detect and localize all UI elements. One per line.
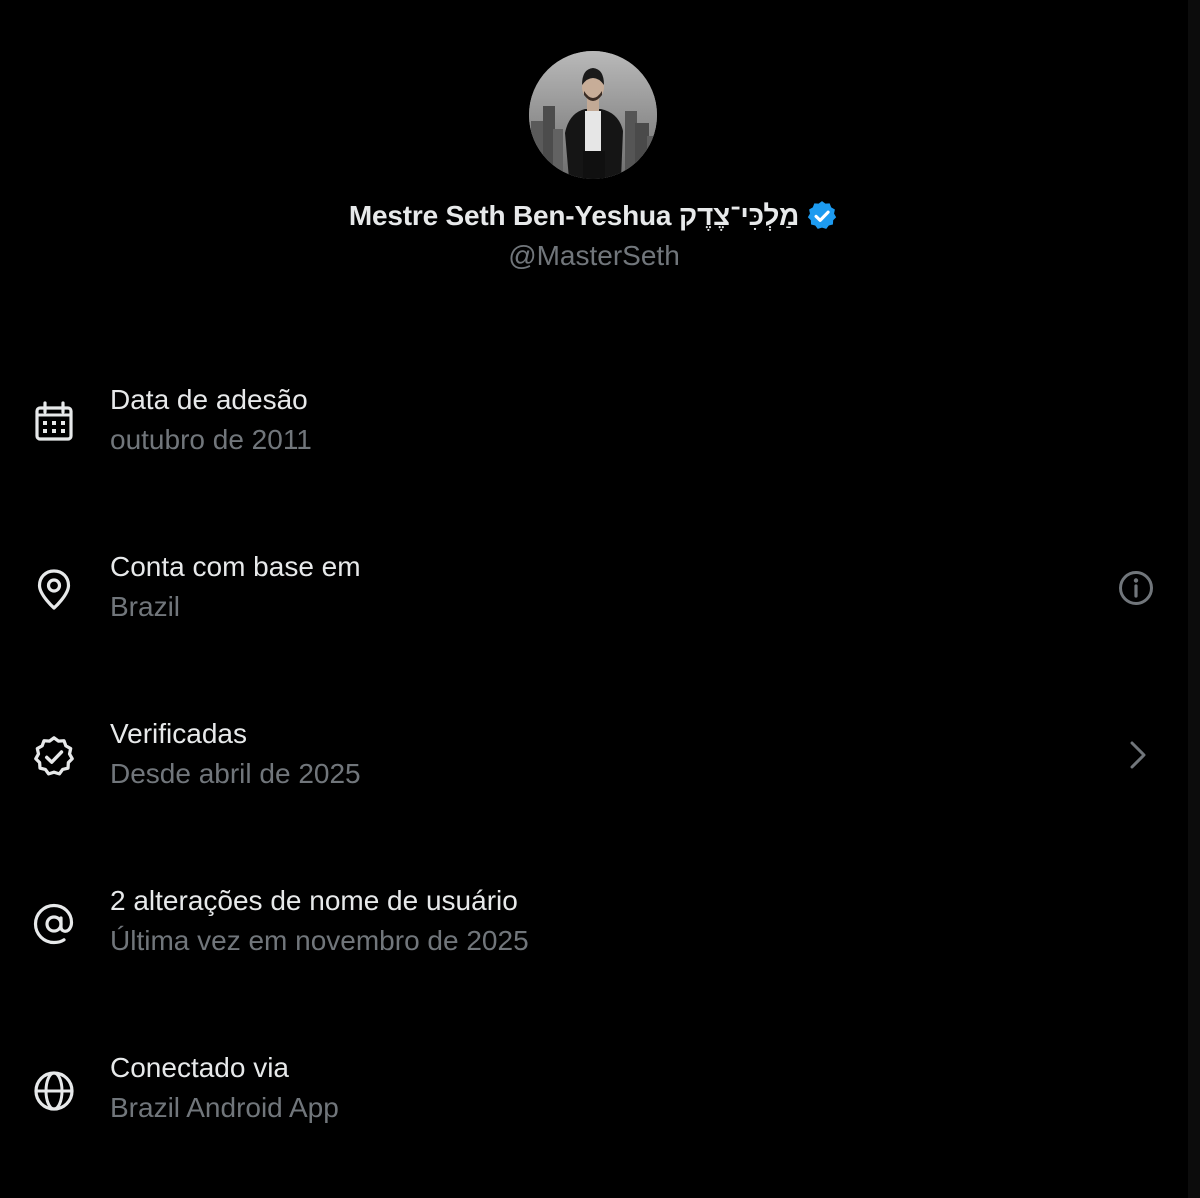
avatar[interactable] <box>529 51 657 179</box>
connected-via-value: Brazil Android App <box>110 1092 339 1123</box>
verified-label: Verificadas <box>110 718 247 749</box>
username-handle: @MasterSeth <box>508 240 680 271</box>
account-based-in-row: Conta com base em Brazil <box>0 551 1188 661</box>
chevron-right-icon[interactable] <box>1116 733 1160 777</box>
globe-icon <box>31 1068 77 1114</box>
calendar-icon <box>31 400 77 446</box>
display-name-row: Mestre Seth Ben-Yeshua מַלְכִּי־צֶדֶק <box>0 196 1188 236</box>
account-based-in-value: Brazil <box>110 591 181 622</box>
verified-value: Desde abril de 2025 <box>110 758 361 789</box>
verified-row[interactable]: Verificadas Desde abril de 2025 <box>0 718 1188 828</box>
right-edge-divider <box>1188 0 1200 1198</box>
join-date-value: outubro de 2011 <box>110 424 312 455</box>
join-date-label: Data de adesão <box>110 384 308 415</box>
info-icon[interactable] <box>1114 566 1158 610</box>
username-changes-value: Última vez em novembro de 2025 <box>110 925 529 956</box>
at-sign-icon <box>31 901 77 947</box>
connected-via-label: Conectado via <box>110 1052 290 1083</box>
join-date-row: Data de adesão outubro de 2011 <box>0 384 1188 494</box>
display-name: Mestre Seth Ben-Yeshua מַלְכִּי־צֶדֶק <box>348 200 800 231</box>
verified-badge-icon[interactable] <box>805 199 839 233</box>
username-changes-label: 2 alterações de nome de usuário <box>110 885 518 916</box>
verified-outline-icon <box>31 734 77 780</box>
username-changes-row: 2 alterações de nome de usuário Última v… <box>0 885 1188 995</box>
connected-via-row: Conectado via Brazil Android App <box>0 1052 1188 1162</box>
account-based-in-label: Conta com base em <box>110 551 361 582</box>
location-pin-icon <box>31 567 77 613</box>
